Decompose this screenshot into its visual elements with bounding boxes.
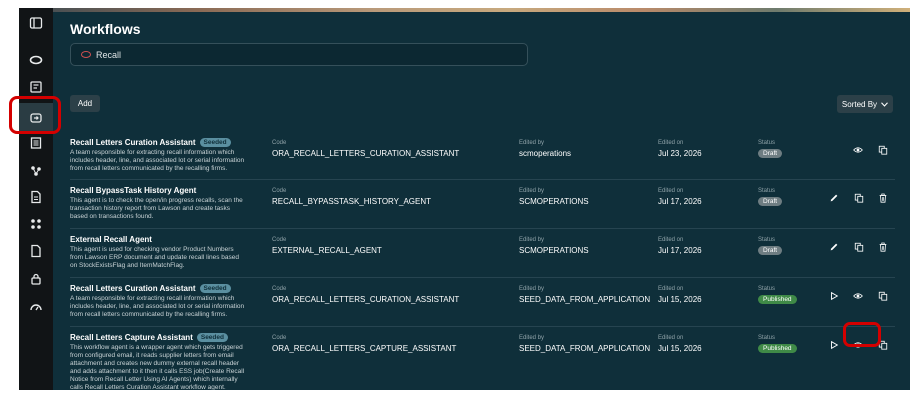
workflow-name-text[interactable]: Recall BypassTask History Agent bbox=[70, 186, 196, 195]
workflow-name[interactable]: Recall Letters Curation Assistant Seeded bbox=[70, 138, 231, 147]
apps-icon[interactable] bbox=[27, 215, 45, 233]
workflow-name-text[interactable]: External Recall Agent bbox=[70, 235, 152, 244]
edited-by-value: SEED_DATA_FROM_APPLICATION bbox=[519, 295, 651, 304]
edited-by-value: SCMOPERATIONS bbox=[519, 197, 589, 206]
workflow-code: EXTERNAL_RECALL_AGENT bbox=[272, 246, 382, 255]
status-badge: Draft bbox=[758, 197, 783, 206]
edited-by-label: Edited by bbox=[519, 140, 545, 146]
edited-on-value: Jul 17, 2026 bbox=[658, 246, 702, 255]
workflow-code: ORA_RECALL_LETTERS_CURATION_ASSISTANT bbox=[272, 295, 460, 304]
pencil-icon[interactable] bbox=[828, 241, 840, 253]
edited-by-value: scmoperations bbox=[519, 149, 572, 158]
app-window: Workflows Add Sorted By Recall Letters C… bbox=[19, 8, 910, 390]
edited-by-label: Edited by bbox=[519, 237, 545, 243]
status-badge: Published bbox=[758, 344, 797, 353]
workflow-code: ORA_RECALL_LETTERS_CURATION_ASSISTANT bbox=[272, 149, 460, 158]
trash-icon[interactable] bbox=[877, 192, 889, 204]
agent-icon[interactable] bbox=[27, 162, 45, 180]
status-label: Status bbox=[758, 188, 776, 194]
search-input[interactable] bbox=[96, 49, 496, 60]
file-icon[interactable] bbox=[27, 188, 45, 206]
seeded-badge: Seeded bbox=[196, 333, 228, 342]
edited-on-label: Edited on bbox=[658, 286, 684, 292]
highlight-annotation bbox=[9, 96, 61, 134]
workflow-code: RECALL_BYPASSTASK_HISTORY_AGENT bbox=[272, 197, 432, 206]
decorative-banner bbox=[19, 8, 910, 12]
table-row[interactable]: Recall Letters Curation Assistant Seeded A… bbox=[70, 132, 895, 180]
edited-by-value: SEED_DATA_FROM_APPLICATION bbox=[519, 344, 651, 353]
oracle-icon bbox=[81, 51, 91, 58]
chevron-down-icon bbox=[881, 101, 888, 107]
page-icon[interactable] bbox=[27, 242, 45, 260]
edited-by-label: Edited by bbox=[519, 286, 545, 292]
table-row[interactable]: Recall Letters Curation Assistant Seeded A… bbox=[70, 278, 895, 327]
edited-by-label: Edited by bbox=[519, 188, 545, 194]
seeded-badge: Seeded bbox=[199, 138, 231, 147]
workflow-name[interactable]: Recall Letters Curation Assistant Seeded bbox=[70, 284, 231, 293]
edited-on-value: Jul 17, 2026 bbox=[658, 197, 702, 206]
code-label: Code bbox=[272, 140, 287, 146]
edited-on-label: Edited on bbox=[658, 140, 684, 146]
code-label: Code bbox=[272, 286, 287, 292]
table-row[interactable]: Recall BypassTask History Agent This agen… bbox=[70, 180, 895, 229]
code-label: Code bbox=[272, 188, 287, 194]
workflow-name[interactable]: External Recall Agent bbox=[70, 235, 152, 244]
edited-on-label: Edited on bbox=[658, 237, 684, 243]
table-row[interactable]: Recall Letters Capture Assistant Seeded Th… bbox=[70, 327, 895, 390]
duplicate-icon[interactable] bbox=[853, 241, 865, 253]
workflow-description: A team responsible for extracting recall… bbox=[70, 295, 245, 318]
duplicate-icon[interactable] bbox=[877, 144, 889, 156]
edited-on-value: Jul 23, 2026 bbox=[658, 149, 702, 158]
sort-button[interactable]: Sorted By bbox=[837, 95, 893, 113]
trash-icon[interactable] bbox=[877, 241, 889, 253]
play-icon[interactable] bbox=[828, 339, 840, 351]
play-icon[interactable] bbox=[828, 290, 840, 302]
edited-on-value: Jul 15, 2026 bbox=[658, 344, 702, 353]
gauge-icon[interactable] bbox=[27, 298, 45, 316]
table-row[interactable]: External Recall Agent This agent is used … bbox=[70, 229, 895, 278]
code-label: Code bbox=[272, 335, 287, 341]
status-badge: Published bbox=[758, 295, 797, 304]
status-label: Status bbox=[758, 335, 776, 341]
eye-icon[interactable] bbox=[852, 144, 864, 156]
lock-icon[interactable] bbox=[27, 270, 45, 288]
workflow-description: This agent is used for checking vendor P… bbox=[70, 246, 239, 269]
status-label: Status bbox=[758, 286, 776, 292]
duplicate-icon[interactable] bbox=[853, 192, 865, 204]
oracle-icon[interactable] bbox=[27, 51, 45, 69]
workflow-name[interactable]: Recall BypassTask History Agent bbox=[70, 186, 196, 195]
panel-toggle-icon[interactable] bbox=[27, 14, 45, 32]
highlight-annotation bbox=[843, 322, 881, 347]
seeded-badge: Seeded bbox=[199, 284, 231, 293]
status-badge: Draft bbox=[758, 246, 783, 255]
edited-by-label: Edited by bbox=[519, 335, 545, 341]
edited-on-label: Edited on bbox=[658, 335, 684, 341]
search-bar[interactable] bbox=[70, 43, 528, 66]
status-badge: Draft bbox=[758, 149, 783, 158]
page-title: Workflows bbox=[70, 21, 141, 37]
duplicate-icon[interactable] bbox=[877, 290, 889, 302]
workflow-list: Recall Letters Curation Assistant Seeded A… bbox=[70, 132, 895, 390]
eye-icon[interactable] bbox=[852, 290, 864, 302]
status-label: Status bbox=[758, 140, 776, 146]
pencil-icon[interactable] bbox=[828, 192, 840, 204]
status-label: Status bbox=[758, 237, 776, 243]
workflow-name[interactable]: Recall Letters Capture Assistant Seeded bbox=[70, 333, 228, 342]
sort-label: Sorted By bbox=[841, 99, 878, 109]
workflow-name-text[interactable]: Recall Letters Capture Assistant bbox=[70, 333, 193, 342]
workflow-description: This workflow agent is a wrapper agent w… bbox=[70, 344, 245, 390]
code-label: Code bbox=[272, 237, 287, 243]
workflow-name-text[interactable]: Recall Letters Curation Assistant bbox=[70, 138, 196, 147]
add-button[interactable]: Add bbox=[70, 95, 100, 112]
workflow-name-text[interactable]: Recall Letters Curation Assistant bbox=[70, 284, 196, 293]
catalog-icon[interactable] bbox=[27, 78, 45, 96]
workflow-code: ORA_RECALL_LETTERS_CAPTURE_ASSISTANT bbox=[272, 344, 457, 353]
edited-on-label: Edited on bbox=[658, 188, 684, 194]
workflow-description: A team responsible for extracting recall… bbox=[70, 149, 245, 172]
sidebar bbox=[19, 8, 53, 390]
workflow-description: This agent is to check the open/in progr… bbox=[70, 197, 243, 220]
edited-on-value: Jul 15, 2026 bbox=[658, 295, 702, 304]
document-list-icon[interactable] bbox=[27, 134, 45, 152]
edited-by-value: SCMOPERATIONS bbox=[519, 246, 589, 255]
